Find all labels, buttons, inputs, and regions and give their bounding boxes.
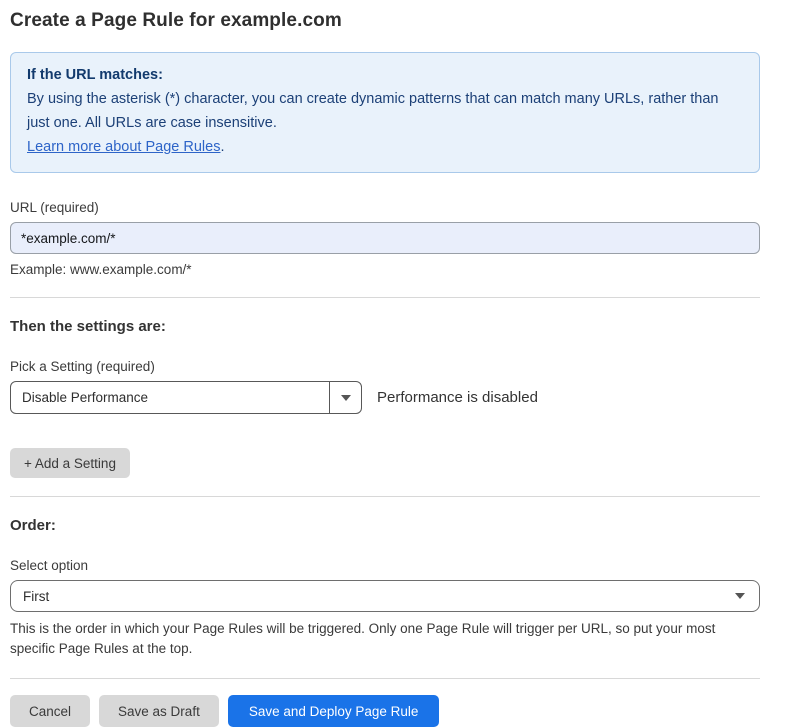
- url-example-text: Example: www.example.com/*: [10, 262, 760, 277]
- order-select-label: Select option: [10, 558, 760, 573]
- learn-more-link[interactable]: Learn more about Page Rules: [27, 139, 220, 155]
- section-divider: [10, 496, 760, 497]
- url-field-label: URL (required): [10, 200, 760, 215]
- info-box-heading: If the URL matches:: [27, 63, 743, 87]
- chevron-down-icon: [735, 593, 745, 599]
- save-and-deploy-button[interactable]: Save and Deploy Page Rule: [228, 695, 440, 727]
- footer-divider: [10, 678, 760, 679]
- link-suffix: .: [220, 139, 224, 155]
- footer-actions: Cancel Save as Draft Save and Deploy Pag…: [10, 695, 760, 727]
- info-box-link-line: Learn more about Page Rules.: [27, 135, 743, 159]
- order-select-value: First: [23, 589, 49, 604]
- url-input[interactable]: [10, 222, 760, 254]
- setting-status-text: Performance is disabled: [377, 389, 538, 406]
- setting-select-arrow-button[interactable]: [329, 382, 361, 413]
- section-divider: [10, 297, 760, 298]
- cancel-button[interactable]: Cancel: [10, 695, 90, 727]
- order-select[interactable]: First: [10, 580, 760, 612]
- chevron-down-icon: [341, 395, 351, 401]
- settings-section-heading: Then the settings are:: [10, 318, 760, 335]
- page-title: Create a Page Rule for example.com: [10, 10, 760, 32]
- setting-select[interactable]: Disable Performance: [10, 381, 362, 414]
- order-section-heading: Order:: [10, 517, 760, 534]
- setting-picker-label: Pick a Setting (required): [10, 359, 760, 374]
- info-box-body: By using the asterisk (*) character, you…: [27, 87, 743, 135]
- url-match-info-box: If the URL matches: By using the asteris…: [10, 52, 760, 173]
- setting-row: Disable Performance Performance is disab…: [10, 381, 760, 414]
- setting-select-value: Disable Performance: [11, 382, 329, 413]
- order-help-text: This is the order in which your Page Rul…: [10, 619, 754, 659]
- add-setting-button[interactable]: + Add a Setting: [10, 448, 130, 478]
- save-as-draft-button[interactable]: Save as Draft: [99, 695, 219, 727]
- page-rule-form: Create a Page Rule for example.com If th…: [0, 10, 760, 727]
